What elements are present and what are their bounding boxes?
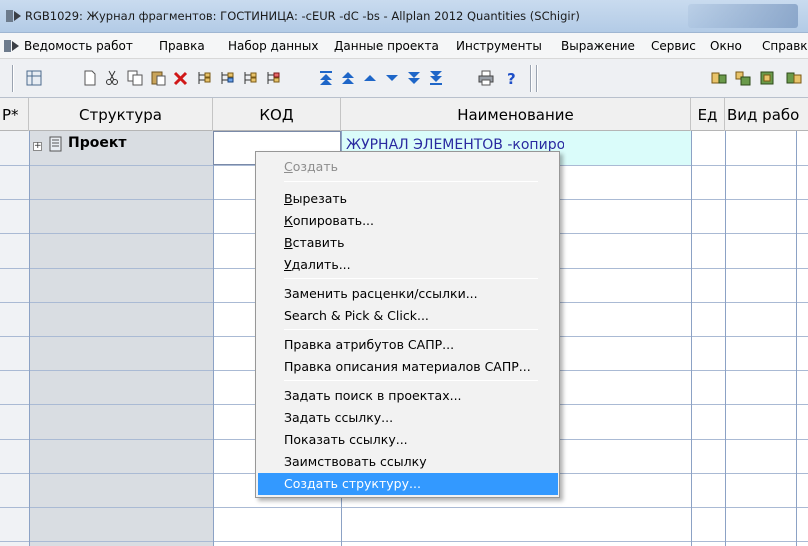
column-line bbox=[29, 131, 30, 546]
menu-item-show-link[interactable]: Показать ссылку... bbox=[258, 429, 558, 451]
delete-icon[interactable] bbox=[173, 70, 189, 86]
toolbar-separator bbox=[536, 65, 538, 92]
column-line bbox=[796, 131, 797, 546]
column-header-r[interactable]: Р* bbox=[0, 98, 29, 131]
menu-separator bbox=[284, 380, 538, 381]
menu-item-label: опировать... bbox=[292, 213, 374, 228]
tree-icon-2[interactable] bbox=[219, 70, 235, 86]
menu-item-replace-rates[interactable]: Заменить расценки/ссылки... bbox=[258, 283, 558, 305]
column-line bbox=[691, 131, 692, 546]
menu-item-search-in-projects[interactable]: Задать поиск в проектах... bbox=[258, 385, 558, 407]
menu-item-set-link[interactable]: Задать ссылку... bbox=[258, 407, 558, 429]
menu-item-paste[interactable]: Вставить bbox=[258, 232, 558, 254]
tool-icon-2[interactable] bbox=[735, 70, 751, 86]
svg-text:?: ? bbox=[507, 70, 516, 86]
move-down-icon[interactable] bbox=[406, 70, 422, 86]
app-window: RGB1029: Журнал фрагментов: ГОСТИНИЦА: -… bbox=[0, 0, 808, 546]
expand-icon[interactable]: + bbox=[33, 142, 42, 151]
column-header-vid-rabot[interactable]: Вид рабо bbox=[725, 98, 808, 131]
column-header-naimenovanie[interactable]: Наименование bbox=[341, 98, 691, 131]
tool-icon-1[interactable] bbox=[711, 70, 727, 86]
up-icon[interactable] bbox=[362, 70, 378, 86]
cut-icon[interactable] bbox=[104, 70, 120, 86]
toolbar: ? bbox=[0, 59, 808, 98]
down-icon[interactable] bbox=[384, 70, 400, 86]
column-struktura-bg bbox=[29, 131, 213, 546]
menu-servis[interactable]: Сервис bbox=[651, 39, 696, 53]
menu-separator bbox=[284, 329, 538, 330]
tree-icon-1[interactable] bbox=[196, 70, 212, 86]
row-line bbox=[0, 541, 808, 542]
menu-vedomost-rabot[interactable]: Ведомость работ bbox=[24, 39, 133, 53]
menu-separator bbox=[284, 181, 538, 182]
tree-item-project[interactable]: Проект bbox=[68, 135, 126, 151]
window-title: RGB1029: Журнал фрагментов: ГОСТИНИЦА: -… bbox=[25, 9, 580, 23]
menu-item-label: ырезать bbox=[292, 191, 348, 206]
grid-header: Р* Структура КОД Наименование Ед Вид раб… bbox=[0, 98, 808, 131]
tree-icon-3[interactable] bbox=[242, 70, 258, 86]
menu-instrumenty[interactable]: Инструменты bbox=[456, 39, 542, 53]
title-bar: RGB1029: Журнал фрагментов: ГОСТИНИЦА: -… bbox=[0, 0, 808, 33]
mnemonic: К bbox=[284, 213, 293, 228]
tool-icon-3[interactable] bbox=[759, 70, 775, 86]
column-header-kod[interactable]: КОД bbox=[213, 98, 341, 131]
move-top-icon[interactable] bbox=[318, 70, 334, 86]
print-icon[interactable] bbox=[478, 70, 494, 86]
column-header-struktura[interactable]: Структура bbox=[29, 98, 213, 131]
menu-item-create: Создать bbox=[258, 156, 558, 178]
column-header-ed[interactable]: Ед bbox=[691, 98, 725, 131]
menu-item-search-pick-click[interactable]: Search & Pick & Click... bbox=[258, 305, 558, 327]
column-line bbox=[213, 131, 214, 546]
document-menu-icon[interactable] bbox=[4, 39, 20, 53]
project-icon bbox=[49, 136, 62, 152]
copy-icon[interactable] bbox=[127, 70, 143, 86]
help-icon[interactable]: ? bbox=[503, 70, 519, 86]
tool-icon-4[interactable] bbox=[786, 70, 802, 86]
menu-vyrazhenie[interactable]: Выражение bbox=[561, 39, 635, 53]
move-bottom-icon[interactable] bbox=[428, 70, 444, 86]
mnemonic: У bbox=[284, 257, 292, 272]
menu-bar: Ведомость работ Правка Набор данных Данн… bbox=[0, 33, 808, 59]
mnemonic: С bbox=[284, 159, 293, 174]
column-r-bg bbox=[0, 131, 29, 546]
menu-item-delete[interactable]: Удалить... bbox=[258, 254, 558, 276]
context-menu: Создать Вырезать Копировать... Вставить … bbox=[255, 151, 560, 498]
move-up-icon[interactable] bbox=[340, 70, 356, 86]
toolbar-separator bbox=[530, 65, 532, 92]
menu-item-edit-cad-materials[interactable]: Правка описания материалов САПР... bbox=[258, 356, 558, 378]
mnemonic: В bbox=[284, 191, 293, 206]
column-line bbox=[725, 131, 726, 546]
row-line bbox=[0, 507, 808, 508]
menu-item-create-structure[interactable]: Создать структуру... bbox=[258, 473, 558, 495]
menu-item-edit-cad-attributes[interactable]: Правка атрибутов САПР... bbox=[258, 334, 558, 356]
paste-icon[interactable] bbox=[150, 70, 166, 86]
app-icon bbox=[6, 10, 21, 22]
menu-item-copy[interactable]: Копировать... bbox=[258, 210, 558, 232]
menu-spravka[interactable]: Справк bbox=[762, 39, 808, 53]
menu-nabor-dannyh[interactable]: Набор данных bbox=[228, 39, 318, 53]
menu-item-label: ставить bbox=[292, 235, 345, 250]
menu-item-cut[interactable]: Вырезать bbox=[258, 188, 558, 210]
menu-dannye-proekta[interactable]: Данные проекта bbox=[334, 39, 439, 53]
window-controls[interactable] bbox=[688, 4, 798, 28]
menu-item-label: далить... bbox=[291, 257, 351, 272]
menu-okno[interactable]: Окно bbox=[710, 39, 742, 53]
menu-item-borrow-link[interactable]: Заимствовать ссылку bbox=[258, 451, 558, 473]
toolbar-separator bbox=[12, 65, 14, 92]
menu-item-label: оздать bbox=[292, 159, 338, 174]
grid-icon[interactable] bbox=[26, 70, 42, 86]
mnemonic: В bbox=[284, 235, 293, 250]
new-document-icon[interactable] bbox=[82, 70, 98, 86]
menu-separator bbox=[284, 278, 538, 279]
menu-pravka[interactable]: Правка bbox=[159, 39, 205, 53]
tree-icon-4[interactable] bbox=[265, 70, 281, 86]
